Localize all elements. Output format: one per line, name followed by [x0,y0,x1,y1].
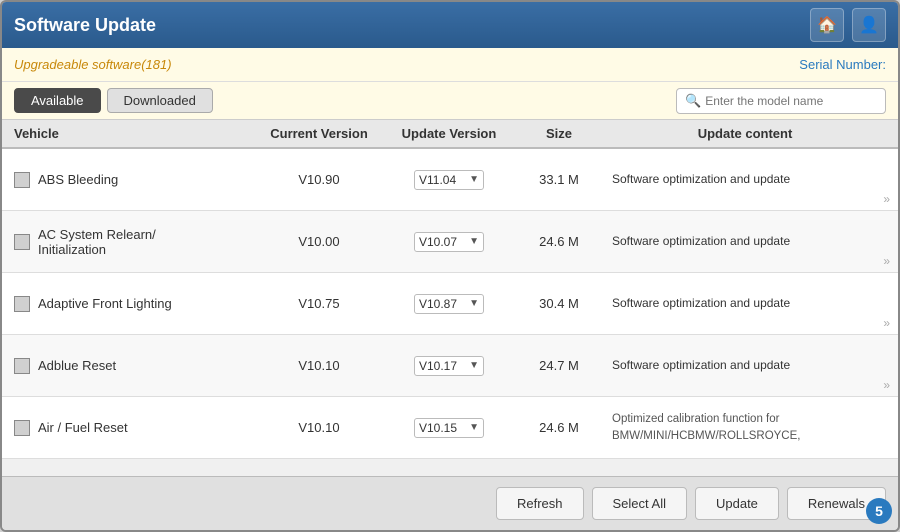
header-icons: 🏠 👤 [810,8,886,42]
cell-content-3: Software optimization and update [604,357,886,374]
version-select-4[interactable]: V10.15 ▼ [414,418,484,438]
search-box: 🔍 [676,88,886,114]
version-label-3: V10.17 [419,359,457,373]
version-select-2[interactable]: V10.87 ▼ [414,294,484,314]
search-icon: 🔍 [685,93,701,109]
col-current-version: Current Version [254,126,384,141]
vehicle-name-3: Adblue Reset [38,358,116,373]
serial-number-label: Serial Number: [799,57,886,72]
table-row: Air / Fuel Reset V10.10 V10.15 ▼ 24.6 M … [2,397,898,459]
checkbox-0[interactable] [14,172,30,188]
refresh-button[interactable]: Refresh [496,487,584,520]
cell-update-1: V10.07 ▼ [384,232,514,252]
col-size: Size [514,126,604,141]
vehicle-name-4: Air / Fuel Reset [38,420,128,435]
home-button[interactable]: 🏠 [810,8,844,42]
version-label-1: V10.07 [419,235,457,249]
row-arrow-1: » [883,254,890,268]
checkbox-1[interactable] [14,234,30,250]
cell-size-1: 24.6 M [514,234,604,249]
vehicle-name-2: Adaptive Front Lighting [38,296,172,311]
cell-size-4: 24.6 M [514,420,604,435]
table-row: Adaptive Front Lighting V10.75 V10.87 ▼ … [2,273,898,335]
version-label-2: V10.87 [419,297,457,311]
user-icon: 👤 [859,15,879,35]
cell-content-2: Software optimization and update [604,295,886,312]
app-title: Software Update [14,15,156,36]
cell-content-0: Software optimization and update [604,171,886,188]
header: Software Update 🏠 👤 [2,2,898,48]
cell-current-0: V10.90 [254,172,384,187]
table-header: Vehicle Current Version Update Version S… [2,120,898,149]
footer: Refresh Select All Update Renewals 5 [2,476,898,530]
update-button[interactable]: Update [695,487,779,520]
cell-vehicle-3: Adblue Reset [14,358,254,374]
dropdown-arrow-0: ▼ [469,174,479,185]
tab-downloaded[interactable]: Downloaded [107,88,213,113]
row-arrow-0: » [883,192,890,206]
col-update-version: Update Version [384,126,514,141]
cell-vehicle-4: Air / Fuel Reset [14,420,254,436]
table-row: ABS Bleeding V10.90 V11.04 ▼ 33.1 M Soft… [2,149,898,211]
table-body: ABS Bleeding V10.90 V11.04 ▼ 33.1 M Soft… [2,149,898,476]
tab-available[interactable]: Available [14,88,101,113]
upgradeable-text: Upgradeable software(181) [14,57,172,72]
version-select-1[interactable]: V10.07 ▼ [414,232,484,252]
cell-size-0: 33.1 M [514,172,604,187]
dropdown-arrow-4: ▼ [469,422,479,433]
cell-current-1: V10.00 [254,234,384,249]
cell-update-3: V10.17 ▼ [384,356,514,376]
vehicle-name-1: AC System Relearn/ Initialization [38,227,156,257]
app-container: Software Update 🏠 👤 Upgradeable software… [0,0,900,532]
tabs-row: Available Downloaded 🔍 [2,82,898,120]
table-row: Adblue Reset V10.10 V10.17 ▼ 24.7 M Soft… [2,335,898,397]
cell-current-3: V10.10 [254,358,384,373]
cell-update-0: V11.04 ▼ [384,170,514,190]
home-icon: 🏠 [817,15,837,35]
user-button[interactable]: 👤 [852,8,886,42]
table-row: AC System Relearn/ Initialization V10.00… [2,211,898,273]
checkbox-2[interactable] [14,296,30,312]
cell-size-2: 30.4 M [514,296,604,311]
row-arrow-2: » [883,316,890,330]
badge-number: 5 [866,498,892,524]
version-select-0[interactable]: V11.04 ▼ [414,170,484,190]
col-vehicle: Vehicle [14,126,254,141]
cell-current-2: V10.75 [254,296,384,311]
dropdown-arrow-1: ▼ [469,236,479,247]
version-select-3[interactable]: V10.17 ▼ [414,356,484,376]
cell-current-4: V10.10 [254,420,384,435]
checkbox-3[interactable] [14,358,30,374]
cell-vehicle-0: ABS Bleeding [14,172,254,188]
cell-update-2: V10.87 ▼ [384,294,514,314]
cell-content-4: Optimized calibration function for BMW/M… [604,411,886,443]
col-update-content: Update content [604,126,886,141]
cell-vehicle-2: Adaptive Front Lighting [14,296,254,312]
sub-header: Upgradeable software(181) Serial Number: [2,48,898,82]
cell-update-4: V10.15 ▼ [384,418,514,438]
search-input[interactable] [705,94,877,108]
checkbox-4[interactable] [14,420,30,436]
cell-size-3: 24.7 M [514,358,604,373]
dropdown-arrow-3: ▼ [469,360,479,371]
dropdown-arrow-2: ▼ [469,298,479,309]
cell-content-1: Software optimization and update [604,233,886,250]
tabs-left: Available Downloaded [14,88,213,113]
cell-vehicle-1: AC System Relearn/ Initialization [14,227,254,257]
vehicle-name-0: ABS Bleeding [38,172,118,187]
version-label-4: V10.15 [419,421,457,435]
version-label-0: V11.04 [419,173,456,187]
select-all-button[interactable]: Select All [592,487,687,520]
row-arrow-3: » [883,378,890,392]
